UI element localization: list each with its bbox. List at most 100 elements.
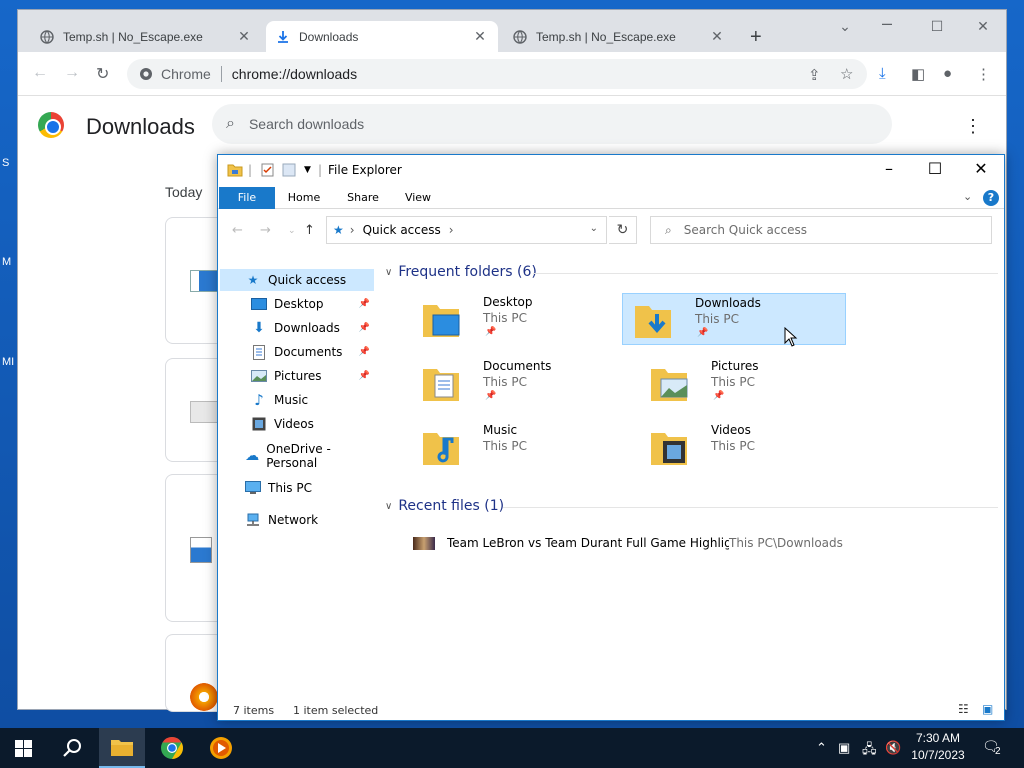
nav-item-pictures[interactable]: Pictures 📌 bbox=[220, 365, 374, 387]
address-bar[interactable]: ★ › Quick access › ⌄ bbox=[326, 216, 607, 244]
onedrive-status-icon[interactable]: ▣ bbox=[838, 740, 850, 756]
ribbon-tab-home[interactable]: Home bbox=[284, 187, 324, 209]
close-tab-icon[interactable]: ✕ bbox=[472, 28, 488, 45]
folder-tile[interactable]: Desktop This PC 📌 bbox=[411, 293, 635, 345]
download-item-card[interactable] bbox=[165, 634, 225, 712]
minimize-icon[interactable]: – bbox=[866, 159, 912, 178]
folder-name: Music bbox=[483, 423, 518, 437]
volume-muted-icon[interactable]: 🔇 bbox=[885, 740, 901, 756]
folder-tile[interactable]: Documents This PC 📌 bbox=[411, 357, 635, 409]
omnibox[interactable]: Chrome chrome://downloads bbox=[127, 59, 867, 89]
nav-item-onedrive[interactable]: ☁ OneDrive - Personal bbox=[220, 442, 374, 470]
navigation-pane: ★ Quick access Desktop 📌 ⬇ Downloads 📌 D… bbox=[218, 265, 378, 685]
qat-dropdown-icon[interactable]: ▼ bbox=[304, 165, 311, 175]
close-window-icon[interactable]: ✕ bbox=[958, 159, 1004, 178]
explorer-search-input[interactable]: ⌕ Search Quick access bbox=[650, 216, 992, 244]
help-icon[interactable]: ? bbox=[983, 190, 999, 206]
details-view-icon[interactable]: ☷ bbox=[958, 702, 969, 716]
maximize-icon[interactable]: ☐ bbox=[917, 18, 957, 35]
chrome-menu-icon[interactable]: ⋮ bbox=[976, 65, 991, 83]
back-arrow-icon[interactable]: ← bbox=[32, 64, 48, 82]
address-dropdown-icon[interactable]: ⌄ bbox=[590, 223, 598, 234]
new-tab-plus-icon[interactable]: + bbox=[750, 26, 762, 49]
close-tab-icon[interactable]: ✕ bbox=[709, 28, 725, 45]
properties-icon[interactable] bbox=[261, 163, 274, 180]
show-hidden-icons-chevron-icon[interactable]: ⌃ bbox=[816, 740, 827, 756]
music-note-icon: ♪ bbox=[254, 391, 264, 409]
nav-label: This PC bbox=[268, 481, 312, 495]
forward-arrow-icon[interactable]: → bbox=[64, 64, 80, 82]
nav-label: Network bbox=[268, 513, 319, 527]
folder-location: This PC bbox=[711, 375, 755, 389]
downloads-search-input[interactable]: ⌕ Search downloads bbox=[212, 104, 892, 144]
nav-item-music[interactable]: ♪ Music bbox=[220, 389, 374, 411]
omnibox-chip: Chrome bbox=[161, 66, 211, 82]
media-player-taskbar-icon[interactable] bbox=[198, 728, 244, 768]
bookmark-star-icon[interactable]: ☆ bbox=[840, 65, 853, 83]
ribbon-tab-view[interactable]: View bbox=[400, 187, 436, 209]
ribbon-tab-file[interactable]: File bbox=[219, 187, 275, 209]
explorer-title: File Explorer bbox=[328, 163, 402, 177]
search-placeholder: Search Quick access bbox=[683, 223, 807, 237]
profile-avatar-icon[interactable]: ● bbox=[943, 65, 952, 82]
download-item-card[interactable] bbox=[165, 217, 225, 344]
nav-item-this-pc[interactable]: This PC bbox=[220, 477, 374, 499]
folder-tile[interactable]: Videos This PC bbox=[639, 421, 863, 473]
nav-item-network[interactable]: Network bbox=[220, 509, 374, 531]
forward-arrow-icon[interactable]: → bbox=[260, 223, 271, 238]
tab-search-chevron-icon[interactable]: ⌄ bbox=[825, 18, 865, 35]
up-arrow-icon[interactable]: ↑ bbox=[304, 223, 315, 238]
nav-item-quick-access[interactable]: ★ Quick access bbox=[220, 269, 374, 291]
taskbar-clock[interactable]: 7:30 AM 10/7/2023 bbox=[905, 730, 971, 764]
chrome-tab[interactable]: Temp.sh | No_Escape.exe ✕ bbox=[503, 21, 735, 52]
chrome-tab[interactable]: Temp.sh | No_Escape.exe ✕ bbox=[30, 21, 262, 52]
folder-tile[interactable]: Music This PC bbox=[411, 421, 635, 473]
maximize-icon[interactable]: ☐ bbox=[912, 159, 958, 178]
frequent-folders-header[interactable]: ∨ Frequent folders (6) bbox=[385, 264, 537, 280]
close-window-icon[interactable]: ✕ bbox=[963, 18, 1003, 35]
file-explorer-taskbar-icon[interactable] bbox=[99, 728, 145, 768]
pin-icon: 📌 bbox=[713, 391, 725, 401]
pin-icon: 📌 bbox=[485, 327, 497, 337]
reload-icon[interactable]: ↻ bbox=[96, 64, 109, 84]
cloud-icon: ☁ bbox=[245, 448, 260, 464]
close-tab-icon[interactable]: ✕ bbox=[236, 28, 252, 45]
nav-item-videos[interactable]: Videos bbox=[220, 413, 374, 435]
mouse-cursor-icon bbox=[784, 327, 798, 347]
download-arrow-icon: ⬇ bbox=[253, 320, 265, 336]
folder-tile-selected[interactable]: Downloads This PC 📌 bbox=[622, 293, 846, 345]
start-windows-icon[interactable] bbox=[0, 728, 46, 768]
new-folder-icon[interactable] bbox=[282, 163, 296, 180]
quick-access-star-icon: ★ bbox=[333, 223, 344, 237]
chrome-taskbar-icon[interactable] bbox=[149, 728, 195, 768]
recent-files-header[interactable]: ∨ Recent files (1) bbox=[385, 498, 504, 514]
large-icons-view-icon[interactable]: ▣ bbox=[982, 702, 993, 716]
search-icon[interactable] bbox=[49, 728, 95, 768]
download-item-card[interactable] bbox=[165, 358, 225, 462]
nav-item-downloads[interactable]: ⬇ Downloads 📌 bbox=[220, 317, 374, 339]
folder-tile[interactable]: Pictures This PC 📌 bbox=[639, 357, 863, 409]
documents-folder-icon bbox=[423, 369, 459, 401]
expand-ribbon-chevron-icon[interactable]: ⌄ bbox=[963, 190, 972, 203]
network-status-icon[interactable]: 🖧 bbox=[862, 740, 877, 762]
downloads-header: Downloads ⌕ Search downloads ⋮ bbox=[18, 96, 1006, 154]
downloads-toolbar-icon[interactable]: ⤓ bbox=[879, 65, 886, 82]
share-icon[interactable]: ⇪ bbox=[808, 66, 821, 84]
recent-locations-chevron-icon[interactable]: ⌄ bbox=[288, 226, 296, 236]
pin-icon: 📌 bbox=[358, 299, 370, 309]
folder-icon bbox=[227, 163, 243, 180]
recent-file-row[interactable]: Team LeBron vs Team Durant Full Game Hig… bbox=[413, 533, 993, 553]
minimize-icon[interactable]: – bbox=[867, 13, 907, 34]
ribbon-tab-share[interactable]: Share bbox=[342, 187, 384, 209]
refresh-icon[interactable]: ↻ bbox=[609, 216, 637, 244]
chrome-tab-active[interactable]: Downloads ✕ bbox=[266, 21, 498, 52]
more-actions-icon[interactable]: ⋮ bbox=[964, 116, 982, 137]
tab-title: Temp.sh | No_Escape.exe bbox=[63, 29, 203, 44]
back-arrow-icon[interactable]: ← bbox=[232, 223, 243, 238]
nav-label: Pictures bbox=[274, 369, 322, 383]
side-panel-icon[interactable]: ◧ bbox=[911, 65, 925, 83]
download-item-card[interactable] bbox=[165, 474, 225, 622]
nav-item-desktop[interactable]: Desktop 📌 bbox=[220, 293, 374, 315]
nav-item-documents[interactable]: Documents 📌 bbox=[220, 341, 374, 363]
nav-label: Quick access bbox=[268, 273, 347, 287]
